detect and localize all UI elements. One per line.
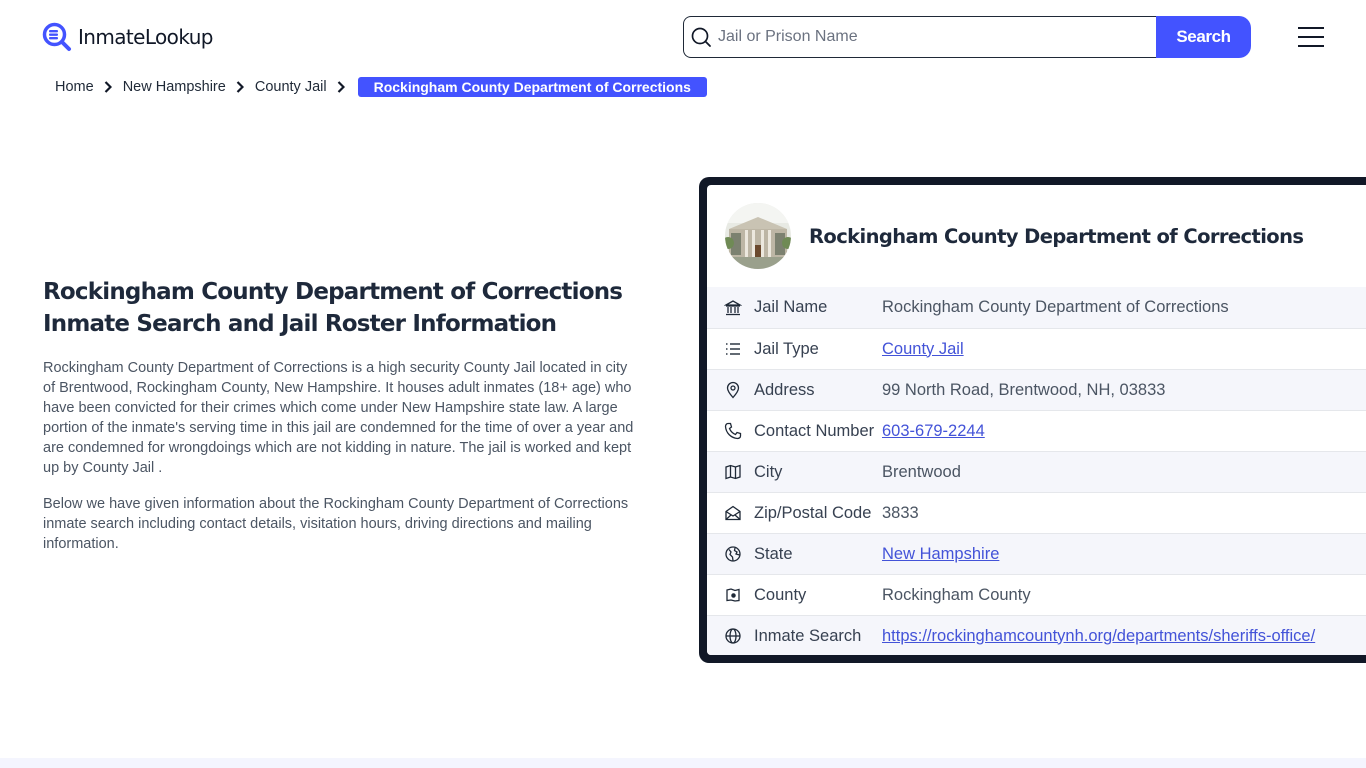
chevron-right-icon [236, 81, 244, 93]
intro-section: Rockingham County Department of Correcti… [43, 276, 643, 554]
page-title-line1: Rockingham County Department of Correcti… [43, 279, 623, 305]
search-input[interactable] [718, 28, 1138, 46]
page-title: Rockingham County Department of Correcti… [43, 276, 643, 340]
detail-label: Address [754, 380, 815, 399]
detail-value: 99 North Road, Brentwood, NH, 03833 [882, 380, 1166, 399]
breadcrumb-jail-type[interactable]: County Jail [255, 79, 327, 95]
detail-label: Inmate Search [754, 626, 862, 645]
detail-label: Jail Type [754, 339, 819, 358]
facility-card-title: Rockingham County Department of Correcti… [809, 224, 1304, 248]
detail-row-jail-name: Jail Name Rockingham County Department o… [707, 287, 1366, 328]
facility-photo [725, 203, 791, 269]
detail-value: Brentwood [882, 462, 961, 481]
phone-icon [724, 422, 742, 440]
detail-row-state: State New Hampshire [707, 533, 1366, 574]
intro-paragraph: Rockingham County Department of Correcti… [43, 360, 634, 476]
search-form: Search [683, 16, 1251, 58]
detail-label: Zip/Postal Code [754, 503, 872, 522]
globe-region-icon [725, 546, 741, 562]
page-title-line2: Inmate Search and Jail Roster Informatio… [43, 311, 557, 337]
hamburger-menu-icon[interactable] [1298, 26, 1324, 48]
globe-icon [725, 628, 741, 644]
jail-type-link[interactable]: County Jail [882, 340, 964, 359]
logo-text: InmateLookup [78, 25, 213, 49]
detail-label: State [754, 544, 793, 563]
inmate-search-link[interactable]: https://rockinghamcountynh.org/departmen… [882, 627, 1315, 646]
chevron-right-icon [337, 81, 345, 93]
building-columns-icon [724, 299, 742, 315]
site-header: InmateLookup Search [0, 0, 1366, 72]
logo-link[interactable]: InmateLookup [42, 22, 213, 52]
envelope-open-icon [725, 505, 741, 521]
footer-band [0, 758, 1366, 768]
breadcrumb-home[interactable]: Home [55, 79, 94, 95]
chevron-right-icon [104, 81, 112, 93]
search-icon [691, 27, 711, 47]
state-link[interactable]: New Hampshire [882, 545, 999, 564]
facility-card: Rockingham County Department of Correcti… [699, 177, 1366, 663]
detail-label: Jail Name [754, 298, 828, 316]
county-map-icon [726, 588, 740, 602]
breadcrumb: Home New Hampshire County Jail Rockingha… [55, 76, 707, 98]
facility-details-list: Jail Name Rockingham County Department o… [707, 287, 1366, 655]
intro-paragraph: Below we have given information about th… [43, 496, 629, 552]
magnifier-logo-icon [42, 22, 71, 51]
detail-label: County [754, 585, 807, 604]
facility-card-body: Rockingham County Department of Correcti… [707, 185, 1366, 655]
detail-row-jail-type: Jail Type County Jail [707, 328, 1366, 369]
map-pin-icon [726, 381, 740, 399]
detail-row-contact-number: Contact Number 603-679-2244 [707, 410, 1366, 451]
contact-number-link[interactable]: 603-679-2244 [882, 422, 985, 441]
detail-row-county: County Rockingham County [707, 574, 1366, 615]
list-icon [726, 343, 740, 355]
detail-row-inmate-search: Inmate Search https://rockinghamcountynh… [707, 615, 1366, 655]
detail-value: 3833 [882, 503, 919, 522]
breadcrumb-state[interactable]: New Hampshire [123, 79, 226, 95]
detail-row-zip: Zip/Postal Code 3833 [707, 492, 1366, 533]
search-button[interactable]: Search [1156, 16, 1251, 58]
search-box [683, 16, 1156, 58]
detail-value: Rockingham County [882, 585, 1031, 604]
detail-row-address: Address 99 North Road, Brentwood, NH, 03… [707, 369, 1366, 410]
detail-value: Rockingham County Department of Correcti… [882, 298, 1229, 316]
detail-label: City [754, 462, 783, 481]
detail-label: Contact Number [754, 421, 875, 440]
facility-card-header: Rockingham County Department of Correcti… [707, 185, 1366, 287]
breadcrumb-current: Rockingham County Department of Correcti… [357, 77, 707, 97]
detail-row-city: City Brentwood [707, 451, 1366, 492]
map-icon [725, 464, 741, 480]
